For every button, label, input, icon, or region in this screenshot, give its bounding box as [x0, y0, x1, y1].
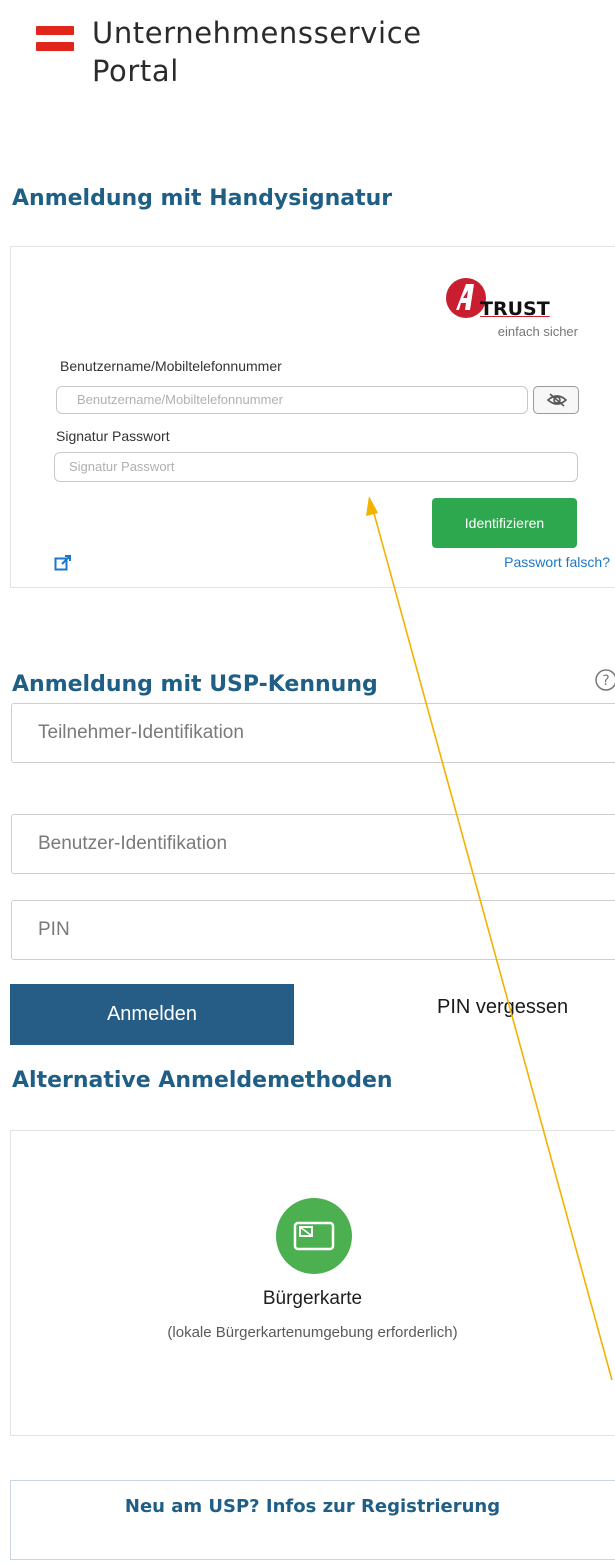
- annotation-arrow: [366, 496, 613, 1381]
